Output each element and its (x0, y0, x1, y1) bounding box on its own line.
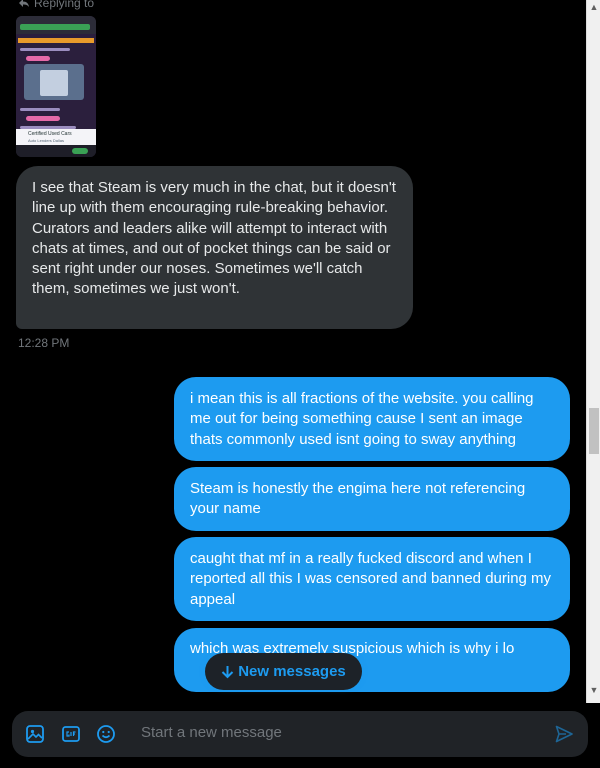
received-message-bubble[interactable]: I see that Steam is very much in the cha… (16, 166, 413, 329)
scrollbar[interactable]: ▲ ▼ (586, 0, 600, 703)
message-composer[interactable]: Start a new message (12, 711, 588, 757)
send-icon[interactable] (554, 724, 574, 744)
scrollbar-thumb[interactable] (589, 408, 599, 454)
thumbnail-line (20, 48, 70, 51)
thumbnail-line (20, 108, 60, 111)
thumbnail-pink-pill (26, 56, 50, 61)
scroll-down-icon[interactable]: ▼ (587, 683, 600, 697)
thumbnail-footer (16, 145, 96, 157)
composer-bar: Start a new message (0, 703, 600, 768)
new-messages-label: New messages (238, 663, 346, 680)
received-message-time: 12:28 PM (18, 336, 70, 350)
new-messages-button[interactable]: New messages (205, 653, 362, 690)
replying-to-label: Replying to (34, 0, 95, 10)
emoji-icon[interactable] (96, 724, 116, 744)
arrow-down-icon (221, 665, 234, 678)
message-thread[interactable]: Replying to Certified Used Cars Auto Len… (0, 0, 586, 703)
message-input[interactable]: Start a new message (141, 724, 282, 741)
thumbnail-pink-pill (26, 116, 60, 121)
reply-arrow-icon (19, 0, 29, 7)
scroll-up-icon[interactable]: ▲ (587, 0, 600, 14)
replying-to-header: Replying to (18, 0, 94, 10)
image-icon[interactable] (25, 724, 45, 744)
sent-message-bubble[interactable]: i mean this is all fractions of the webs… (174, 377, 570, 461)
thumbnail-orange-bar (18, 38, 94, 43)
shared-image-thumbnail[interactable]: Certified Used Cars Auto Lenders Dallas (16, 16, 96, 157)
sent-message-bubble[interactable]: caught that mf in a really fucked discor… (174, 537, 570, 621)
thumbnail-ad-card: Certified Used Cars Auto Lenders Dallas (16, 129, 96, 145)
thumbnail-picture (40, 70, 68, 96)
thumbnail-card-title: Certified Used Cars (28, 131, 72, 137)
sent-message-bubble[interactable]: Steam is honestly the engima here not re… (174, 467, 570, 531)
thumbnail-green-bar (20, 24, 90, 30)
gif-icon[interactable] (61, 724, 81, 744)
thumbnail-card-subtitle: Auto Lenders Dallas (28, 138, 65, 143)
